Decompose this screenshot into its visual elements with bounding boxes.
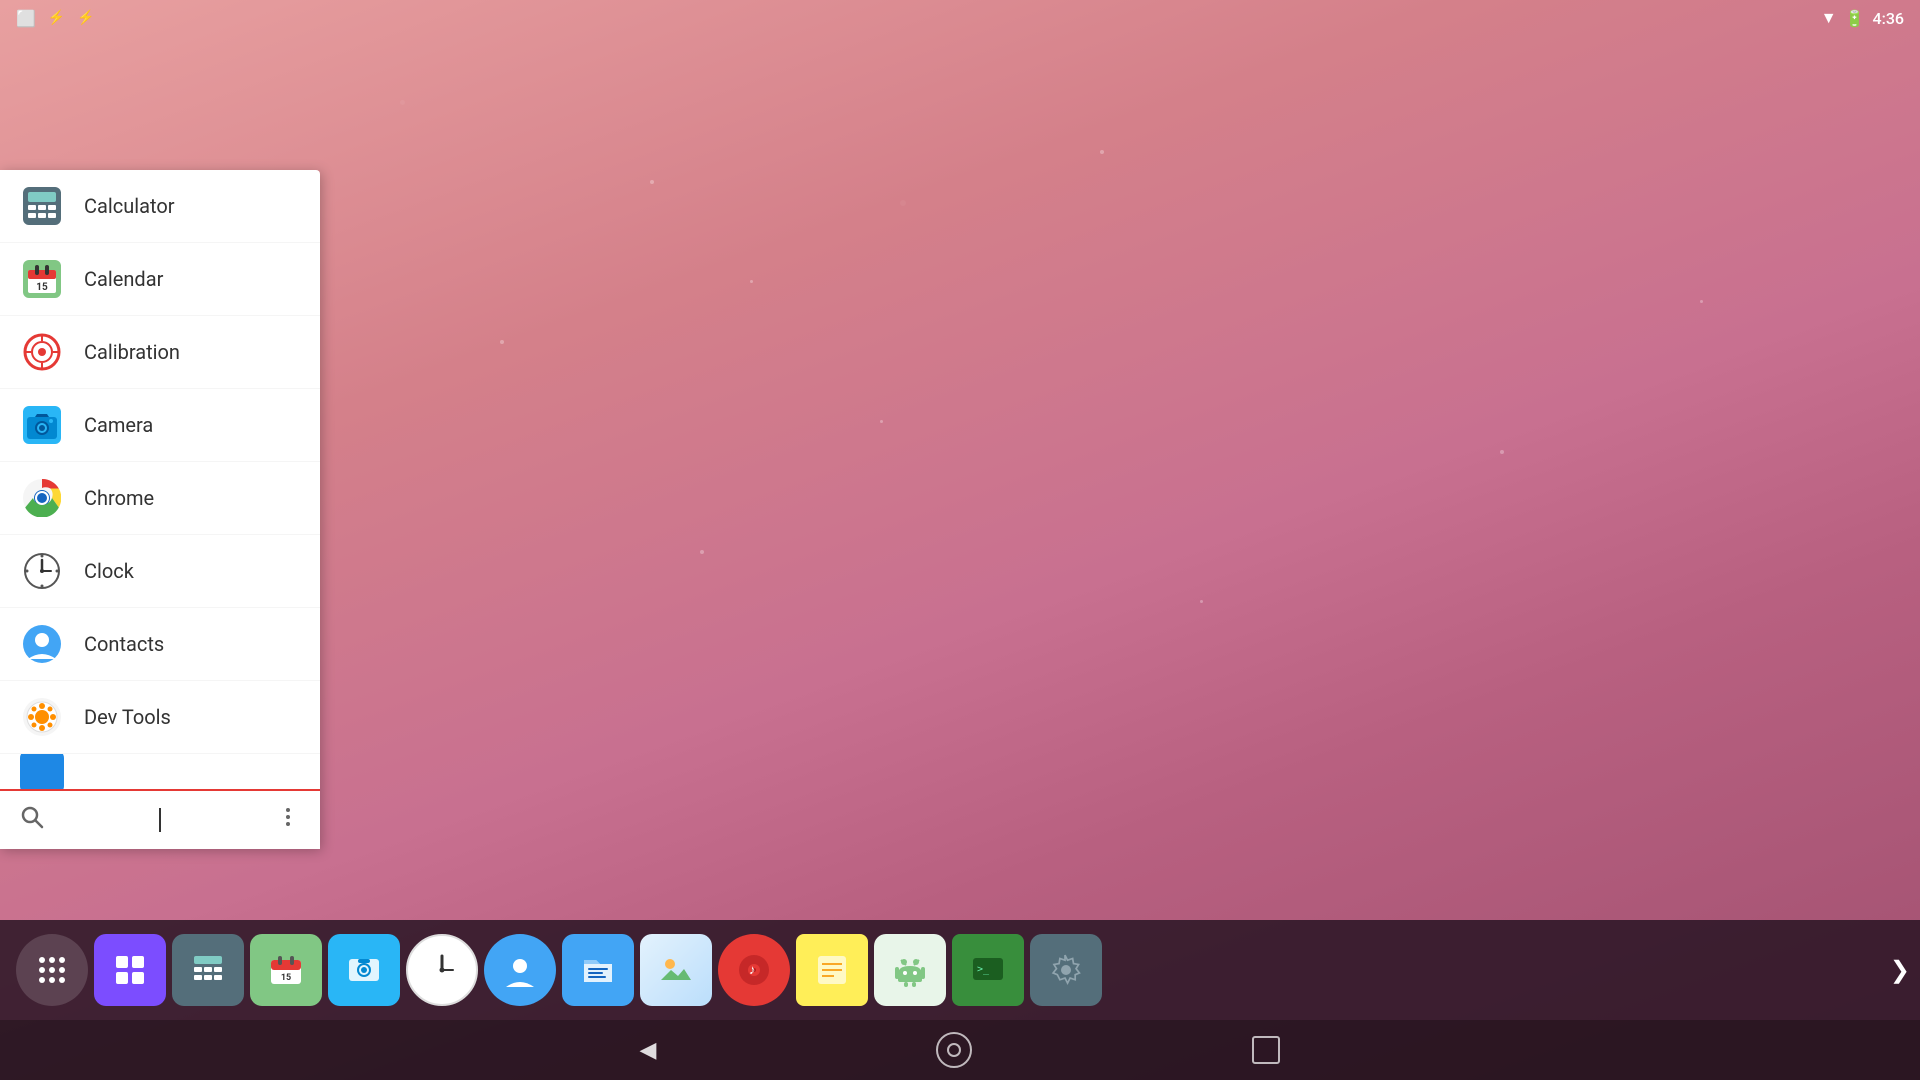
svg-text:15: 15 — [281, 973, 291, 983]
status-bar-right: ▼ 🔋 4:36 — [1821, 8, 1904, 28]
taskbar-terminal[interactable]: >_ — [952, 934, 1024, 1006]
app-name-devtools: Dev Tools — [84, 705, 171, 729]
app-name-calendar: Calendar — [84, 267, 163, 291]
svg-text:>_: >_ — [977, 964, 990, 975]
app-name-contacts: Contacts — [84, 632, 164, 656]
camera-icon — [20, 403, 64, 447]
taskbar-calculator[interactable] — [172, 934, 244, 1006]
taskbar-contacts[interactable] — [484, 934, 556, 1006]
app-item-calculator[interactable]: Calculator — [0, 170, 320, 243]
clock-time: 4:36 — [1873, 9, 1905, 28]
app-item-calibration[interactable]: Calibration — [0, 316, 320, 389]
app-drawer: Calculator 15 Calendar — [0, 170, 320, 849]
taskbar: 15 — [0, 920, 1920, 1020]
status-bar: ⬜ ⚡ ⚡ ▼ 🔋 4:36 — [0, 0, 1920, 36]
taskbar-clock[interactable] — [406, 934, 478, 1006]
devtools-icon — [20, 695, 64, 739]
usb-icon: ⚡ — [48, 10, 65, 26]
app-name-calibration: Calibration — [84, 340, 180, 364]
app-name-camera: Camera — [84, 413, 153, 437]
app-item-camera[interactable]: Camera — [0, 389, 320, 462]
partial-app-icon — [20, 754, 64, 789]
nav-bar: ◀ — [0, 1020, 1920, 1080]
app-name-chrome: Chrome — [84, 486, 154, 510]
drawer-search-bar — [0, 789, 320, 849]
app-item-devtools[interactable]: Dev Tools — [0, 681, 320, 754]
svg-text:♪: ♪ — [749, 963, 756, 978]
taskbar-all-apps[interactable] — [16, 934, 88, 1006]
app-item-chrome[interactable]: Chrome — [0, 462, 320, 535]
taskbar-calendar[interactable]: 15 — [250, 934, 322, 1006]
svg-text:15: 15 — [36, 282, 48, 293]
back-button[interactable]: ◀ — [640, 1038, 657, 1063]
taskbar-photos[interactable] — [640, 934, 712, 1006]
calendar-icon: 15 — [20, 257, 64, 301]
recents-button[interactable] — [1252, 1036, 1280, 1064]
search-button[interactable] — [20, 805, 44, 835]
app-item-clock[interactable]: Clock — [0, 535, 320, 608]
app-list: Calculator 15 Calendar — [0, 170, 320, 789]
app-item-contacts[interactable]: Contacts — [0, 608, 320, 681]
clock-icon — [20, 549, 64, 593]
app-name-calculator: Calculator — [84, 194, 175, 218]
contacts-icon — [20, 622, 64, 666]
taskbar-grid-view[interactable] — [94, 934, 166, 1006]
calculator-icon — [20, 184, 64, 228]
wifi-icon: ▼ — [1821, 8, 1837, 28]
taskbar-apps: 15 — [0, 934, 1890, 1006]
taskbar-files[interactable] — [562, 934, 634, 1006]
usb2-icon: ⚡ — [77, 10, 94, 26]
taskbar-music[interactable]: ♪ — [718, 934, 790, 1006]
app-name-clock: Clock — [84, 559, 134, 583]
search-cursor — [159, 808, 161, 832]
app-item-calendar[interactable]: 15 Calendar — [0, 243, 320, 316]
taskbar-settings[interactable] — [1030, 934, 1102, 1006]
more-options-button[interactable] — [276, 805, 300, 835]
display-icon: ⬜ — [16, 9, 36, 28]
taskbar-notes[interactable] — [796, 934, 868, 1006]
app-item-partial[interactable] — [0, 754, 320, 789]
taskbar-screenshot[interactable] — [328, 934, 400, 1006]
calibration-icon — [20, 330, 64, 374]
home-button[interactable] — [936, 1032, 972, 1068]
taskbar-android[interactable] — [874, 934, 946, 1006]
taskbar-arrow[interactable]: ❯ — [1890, 956, 1920, 984]
chrome-icon — [20, 476, 64, 520]
battery-icon: 🔋 — [1845, 9, 1865, 28]
status-bar-left: ⬜ ⚡ ⚡ — [16, 9, 95, 28]
